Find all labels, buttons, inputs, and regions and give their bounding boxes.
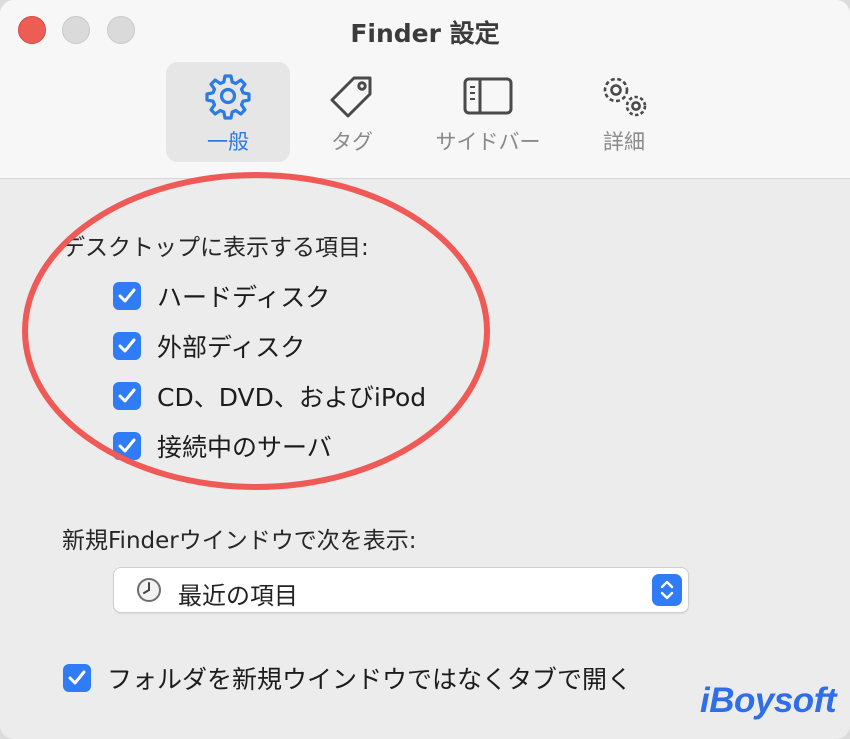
desktop-items-label: デスクトップに表示する項目: xyxy=(62,235,369,261)
tab-advanced[interactable]: 詳細 xyxy=(562,62,686,162)
finder-settings-window: Finder 設定 一般 タグ サイドバー 詳細 デスクトップに表示する項目: … xyxy=(0,0,850,739)
tag-icon xyxy=(330,76,372,118)
tab-general-label: 一般 xyxy=(207,130,249,154)
checkbox-hard-disks[interactable]: ハードディスク xyxy=(113,279,330,313)
tab-tags[interactable]: タグ xyxy=(290,62,414,162)
checkbox-label: 外部ディスク xyxy=(157,333,306,362)
checkbox-open-folders-in-tabs[interactable]: フォルダを新規ウインドウではなくタブで開く xyxy=(63,661,632,695)
checkbox-label: 接続中のサーバ xyxy=(157,433,332,462)
tab-sidebar-label: サイドバー xyxy=(435,130,541,154)
checkbox-label: フォルダを新規ウインドウではなくタブで開く xyxy=(107,665,633,694)
general-pane: デスクトップに表示する項目: ハードディスク 外部ディスク CD、DVD、および… xyxy=(0,172,850,739)
window-title: Finder 設定 xyxy=(350,19,500,48)
checkbox-checked-icon[interactable] xyxy=(113,432,141,460)
new-window-label: 新規Finderウインドウで次を表示: xyxy=(62,528,417,554)
gears-icon xyxy=(603,77,647,117)
checkbox-label: ハードディスク xyxy=(157,283,331,312)
checkbox-connected-servers[interactable]: 接続中のサーバ xyxy=(113,429,332,463)
checkbox-checked-icon[interactable] xyxy=(113,332,141,360)
sidebar-icon xyxy=(463,77,513,115)
checkbox-external-disks[interactable]: 外部ディスク xyxy=(113,329,305,363)
checkbox-cds-dvds-ipods[interactable]: CD、DVD、およびiPod xyxy=(113,379,426,413)
watermark-logo: iBoysoft xyxy=(700,681,837,720)
checkbox-label: CD、DVD、およびiPod xyxy=(157,383,427,412)
new-window-select[interactable]: 最近の項目 xyxy=(113,567,689,613)
select-stepper-icon[interactable] xyxy=(652,574,682,606)
tab-tags-label: タグ xyxy=(331,130,373,154)
checkbox-checked-icon[interactable] xyxy=(63,664,91,692)
toolbar: Finder 設定 一般 タグ サイドバー 詳細 xyxy=(0,0,850,179)
gear-icon xyxy=(205,74,251,120)
tab-advanced-label: 詳細 xyxy=(603,130,645,154)
tab-general[interactable]: 一般 xyxy=(166,62,290,162)
checkbox-checked-icon[interactable] xyxy=(113,382,141,410)
clock-icon xyxy=(137,578,161,602)
checkbox-checked-icon[interactable] xyxy=(113,282,141,310)
select-value: 最近の項目 xyxy=(178,582,298,610)
tab-sidebar[interactable]: サイドバー xyxy=(426,62,550,162)
